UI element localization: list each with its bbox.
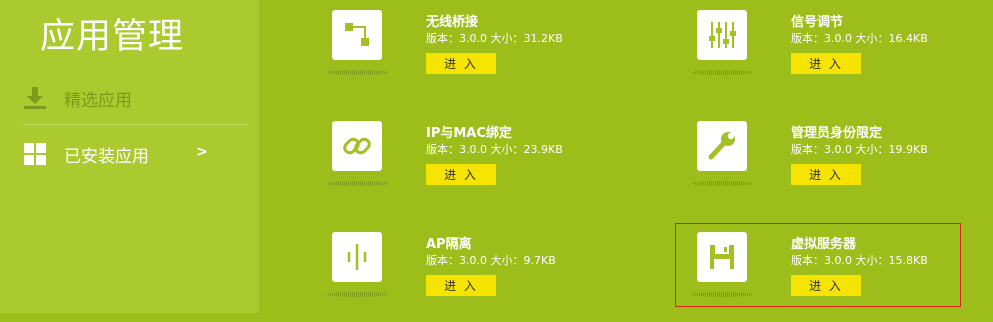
app-version-size: 版本：3.0.0 大小：31.2KB [426, 32, 563, 45]
app-card-ip-mac-binding: IP与MAC绑定 版本：3.0.0 大小：23.9KB 进 入 [326, 121, 582, 211]
enter-button[interactable]: 进 入 [426, 164, 496, 185]
sliders-icon [697, 10, 747, 60]
floppy-disk-icon [697, 232, 747, 282]
icon-shadow [691, 70, 753, 75]
app-card-wireless-bridge: 无线桥接 版本：3.0.0 大小：31.2KB 进 入 [326, 10, 582, 100]
wrench-icon [697, 121, 747, 171]
icon-shadow [691, 181, 753, 186]
sidebar-item-label: 精选应用 [64, 90, 132, 111]
icon-shadow [691, 292, 753, 297]
wireless-bridge-icon [332, 10, 382, 60]
enter-button[interactable]: 进 入 [791, 275, 861, 296]
app-version-size: 版本：3.0.0 大小：16.4KB [791, 32, 928, 45]
app-card-virtual-server: 虚拟服务器 版本：3.0.0 大小：15.8KB 进 入 [691, 232, 947, 322]
icon-shadow [326, 292, 388, 297]
icon-shadow [326, 181, 388, 186]
app-card-ap-isolation: AP隔离 版本：3.0.0 大小：9.7KB 进 入 [326, 232, 582, 322]
app-name: 虚拟服务器 [791, 237, 857, 252]
app-name: 信号调节 [791, 15, 844, 30]
app-name: 无线桥接 [426, 15, 479, 30]
app-version-size: 版本：3.0.0 大小：19.9KB [791, 143, 928, 156]
page-title: 应用管理 [40, 17, 185, 57]
icon-shadow [326, 70, 388, 75]
chevron-right-icon: > [196, 144, 208, 160]
app-card-admin-identity: 管理员身份限定 版本：3.0.0 大小：19.9KB 进 入 [691, 121, 947, 211]
grid-icon [22, 141, 48, 167]
link-icon [332, 121, 382, 171]
sidebar-divider [22, 124, 248, 125]
app-version-size: 版本：3.0.0 大小：15.8KB [791, 254, 928, 267]
sidebar-item-installed-apps[interactable]: 已安装应用 > [22, 134, 248, 174]
app-card-signal-adjust: 信号调节 版本：3.0.0 大小：16.4KB 进 入 [691, 10, 947, 100]
app-name: 管理员身份限定 [791, 126, 883, 141]
sidebar-item-label: 已安装应用 [64, 146, 149, 167]
app-version-size: 版本：3.0.0 大小：23.9KB [426, 143, 563, 156]
app-version-size: 版本：3.0.0 大小：9.7KB [426, 254, 556, 267]
app-name: IP与MAC绑定 [426, 126, 512, 141]
enter-button[interactable]: 进 入 [791, 164, 861, 185]
ap-isolation-icon [332, 232, 382, 282]
enter-button[interactable]: 进 入 [426, 53, 496, 74]
app-name: AP隔离 [426, 237, 472, 252]
enter-button[interactable]: 进 入 [791, 53, 861, 74]
enter-button[interactable]: 进 入 [426, 275, 496, 296]
download-icon [22, 85, 48, 111]
sidebar: 应用管理 精选应用 已安装应用 > [0, 0, 259, 313]
sidebar-item-featured-apps[interactable]: 精选应用 [22, 78, 248, 118]
